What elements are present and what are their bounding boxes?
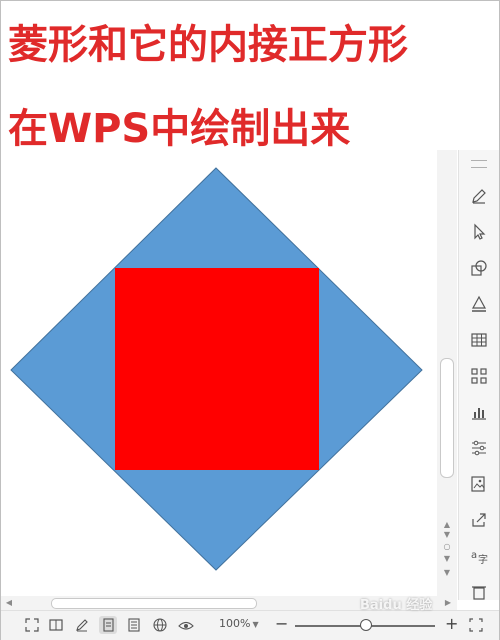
inscribed-square-shape[interactable]	[115, 268, 319, 470]
shapes-icon[interactable]	[467, 256, 491, 280]
vertical-scroll-thumb[interactable]	[440, 358, 454, 478]
vertical-scrollbar[interactable]: ▲ ▼ ○ ▼ ▼	[437, 150, 457, 596]
right-toolbar: a字	[458, 150, 499, 600]
toolbar-grip[interactable]	[471, 160, 487, 168]
book-view-icon[interactable]	[47, 616, 65, 634]
title-line-2: 在WPS中绘制出来	[8, 106, 351, 152]
scroll-right-arrow[interactable]: ▶	[443, 597, 453, 609]
translate-icon[interactable]: a字	[467, 544, 491, 568]
adjust-icon[interactable]	[467, 436, 491, 460]
zoom-slider-knob[interactable]	[360, 619, 372, 631]
page-view-icon[interactable]	[99, 616, 117, 634]
grid-icon[interactable]	[467, 364, 491, 388]
zoom-out-button[interactable]: −	[275, 614, 288, 634]
fullscreen-icon[interactable]	[23, 616, 41, 634]
horizontal-scroll-thumb[interactable]	[51, 598, 257, 609]
table-icon[interactable]	[467, 328, 491, 352]
zoom-level[interactable]: 100% ▼	[219, 617, 259, 630]
image-icon[interactable]	[467, 472, 491, 496]
watermark: Baidu 经验	[360, 598, 433, 613]
scroll-left-arrow[interactable]: ◀	[4, 597, 14, 609]
share-icon[interactable]	[467, 508, 491, 532]
scroll-up-arrow[interactable]: ▲	[441, 520, 453, 530]
chart-icon[interactable]	[467, 400, 491, 424]
eye-protect-icon[interactable]	[177, 616, 195, 634]
cursor-icon[interactable]	[467, 220, 491, 244]
status-bar: 100% ▼ − +	[1, 610, 499, 640]
zoom-dropdown-icon[interactable]: ▼	[252, 620, 258, 629]
svg-text:a: a	[471, 550, 477, 561]
edit-view-icon[interactable]	[73, 616, 91, 634]
delete-icon[interactable]	[467, 580, 491, 604]
svg-text:字: 字	[478, 553, 488, 565]
scroll-next-arrow[interactable]: ▼	[441, 568, 453, 578]
pen-icon[interactable]	[467, 184, 491, 208]
fit-window-icon[interactable]	[467, 616, 485, 634]
shape-drawing	[10, 167, 423, 571]
title-line-1: 菱形和它的内接正方形	[8, 22, 408, 68]
web-view-icon[interactable]	[151, 616, 169, 634]
outline-view-icon[interactable]	[125, 616, 143, 634]
zoom-level-label: 100%	[219, 617, 251, 630]
document-canvas[interactable]	[1, 150, 437, 596]
scroll-down-arrow[interactable]: ▼	[441, 530, 453, 540]
zoom-in-button[interactable]: +	[445, 614, 458, 634]
fill-icon[interactable]	[467, 292, 491, 316]
scroll-select-browse-icon[interactable]: ○	[441, 542, 453, 552]
scroll-next-page-arrow[interactable]: ▼	[441, 554, 453, 564]
